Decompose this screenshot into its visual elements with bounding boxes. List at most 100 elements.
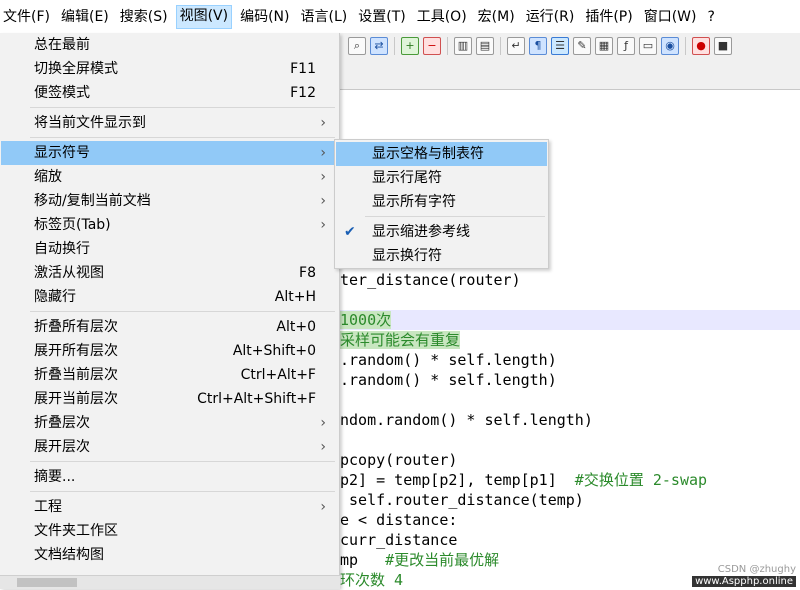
site-watermark: www.Aspphp.online bbox=[692, 576, 796, 587]
menu-help[interactable]: ? bbox=[705, 6, 718, 28]
menu-file[interactable]: 文件(F) bbox=[0, 6, 53, 28]
code-text: mp bbox=[340, 551, 359, 569]
menu-item-summary[interactable]: 摘要... bbox=[1, 465, 338, 489]
view-menu-dropdown: 总在最前 切换全屏模式 F11 便签模式 F12 将当前文件显示到 › 显示符号 › 缩… bbox=[0, 33, 340, 588]
comment-line: 环次数 4 bbox=[340, 571, 404, 589]
menu-language[interactable]: 语言(L) bbox=[298, 6, 351, 28]
code-line: p2] = temp[p2], temp[p1] #交换位置 2-swap bbox=[340, 470, 707, 490]
toolbar-separator bbox=[500, 37, 501, 55]
monitor-icon[interactable]: ◉ bbox=[661, 37, 679, 55]
toolbar-separator bbox=[685, 37, 686, 55]
menu-item-word-wrap[interactable]: 自动换行 bbox=[1, 237, 338, 261]
chevron-right-icon: › bbox=[320, 499, 326, 515]
chevron-right-icon: › bbox=[320, 415, 326, 431]
document-map-icon[interactable]: ▦ bbox=[595, 37, 613, 55]
record-macro-icon[interactable]: ● bbox=[692, 37, 710, 55]
menu-window[interactable]: 窗口(W) bbox=[641, 6, 700, 28]
sync-vertical-icon[interactable]: ▥ bbox=[454, 37, 472, 55]
menu-encoding[interactable]: 编码(N) bbox=[237, 6, 292, 28]
menu-plugins[interactable]: 插件(P) bbox=[582, 6, 635, 28]
checkmark-icon: ✔ bbox=[344, 224, 356, 240]
menu-view[interactable]: 视图(V) bbox=[175, 4, 233, 29]
zoom-in-icon[interactable]: + bbox=[401, 37, 419, 55]
code-line: self.router_distance(temp) bbox=[340, 491, 584, 509]
comment-line: 采样可能会有重复 bbox=[340, 330, 461, 350]
current-line-highlight bbox=[340, 310, 800, 330]
scrollbar-thumb[interactable] bbox=[17, 578, 77, 587]
code-line: curr_distance bbox=[340, 531, 458, 549]
menu-item-fullscreen[interactable]: 切换全屏模式 F11 bbox=[1, 57, 338, 81]
replace-icon[interactable]: ⇄ bbox=[370, 37, 388, 55]
menu-item-fold-current[interactable]: 折叠当前层次 Ctrl+Alt+F bbox=[1, 363, 338, 387]
comment-text: #交换位置 2-swap bbox=[556, 471, 708, 489]
code-line: .random() * self.length) bbox=[340, 351, 557, 369]
horizontal-scrollbar[interactable] bbox=[0, 575, 340, 589]
menu-item-unfold-level[interactable]: 展开层次 › bbox=[1, 435, 338, 459]
submenu-item-show-all-chars[interactable]: 显示所有字符 bbox=[336, 190, 547, 214]
menu-item-document-map[interactable]: 文档结构图 bbox=[1, 543, 338, 567]
menu-run[interactable]: 运行(R) bbox=[523, 6, 578, 28]
tab-strip bbox=[340, 59, 800, 90]
chevron-right-icon: › bbox=[320, 439, 326, 455]
submenu-item-show-eol[interactable]: 显示行尾符 bbox=[336, 166, 547, 190]
menu-item-fold-all[interactable]: 折叠所有层次 Alt+0 bbox=[1, 315, 338, 339]
code-line: pcopy(router) bbox=[340, 451, 458, 469]
function-list-icon[interactable]: ƒ bbox=[617, 37, 635, 55]
menu-separator bbox=[365, 216, 545, 217]
code-line: ndom.random() * self.length) bbox=[340, 411, 593, 429]
menu-macro[interactable]: 宏(M) bbox=[475, 6, 518, 28]
menu-separator bbox=[30, 107, 335, 108]
menu-item-always-on-top[interactable]: 总在最前 bbox=[1, 33, 338, 57]
chevron-right-icon: › bbox=[320, 193, 326, 209]
indent-guide-icon[interactable]: ☰ bbox=[551, 37, 569, 55]
binoculars-icon[interactable]: ⌕ bbox=[348, 37, 366, 55]
submenu-item-show-wrap-symbol[interactable]: 显示换行符 bbox=[336, 244, 547, 268]
menu-item-move-clone-document[interactable]: 移动/复制当前文档 › bbox=[1, 189, 338, 213]
chevron-right-icon: › bbox=[320, 169, 326, 185]
menu-bar: 文件(F) 编辑(E) 搜索(S) 视图(V) 编码(N) 语言(L) 设置(T… bbox=[0, 0, 800, 34]
menu-search[interactable]: 搜索(S) bbox=[117, 6, 171, 28]
user-language-icon[interactable]: ✎ bbox=[573, 37, 591, 55]
sync-horizontal-icon[interactable]: ▤ bbox=[476, 37, 494, 55]
show-symbol-submenu: 显示空格与制表符 显示行尾符 显示所有字符 ✔ 显示缩进参考线 显示换行符 bbox=[334, 139, 549, 269]
chevron-right-icon: › bbox=[320, 217, 326, 233]
stop-record-icon[interactable]: ■ bbox=[714, 37, 732, 55]
comment-text: 1000次 bbox=[340, 311, 392, 329]
chevron-right-icon: › bbox=[320, 115, 326, 131]
menu-item-folder-as-workspace[interactable]: 文件夹工作区 bbox=[1, 519, 338, 543]
menu-tools[interactable]: 工具(O) bbox=[414, 6, 470, 28]
comment-text: #更改当前最优解 bbox=[358, 551, 500, 569]
menu-item-post-it[interactable]: 便签模式 F12 bbox=[1, 81, 338, 105]
toolbar-separator bbox=[394, 37, 395, 55]
code-line: e < distance: bbox=[340, 511, 458, 529]
menu-separator bbox=[30, 137, 335, 138]
submenu-item-show-indent-guide[interactable]: ✔ 显示缩进参考线 bbox=[336, 220, 547, 244]
chevron-right-icon: › bbox=[320, 145, 326, 161]
menu-item-unfold-current[interactable]: 展开当前层次 Ctrl+Alt+Shift+F bbox=[1, 387, 338, 411]
menu-separator bbox=[30, 461, 335, 462]
folder-workspace-icon[interactable]: ▭ bbox=[639, 37, 657, 55]
toolbar-separator bbox=[447, 37, 448, 55]
menu-edit[interactable]: 编辑(E) bbox=[58, 6, 112, 28]
menu-item-unfold-all[interactable]: 展开所有层次 Alt+Shift+0 bbox=[1, 339, 338, 363]
menu-item-tab[interactable]: 标签页(Tab) › bbox=[1, 213, 338, 237]
menu-item-show-symbol[interactable]: 显示符号 › bbox=[1, 141, 338, 165]
csdn-watermark: CSDN @zhughy bbox=[717, 564, 796, 575]
menu-settings[interactable]: 设置(T) bbox=[355, 6, 408, 28]
word-wrap-icon[interactable]: ↵ bbox=[507, 37, 525, 55]
submenu-item-show-whitespace-tab[interactable]: 显示空格与制表符 bbox=[336, 142, 547, 166]
menu-item-zoom[interactable]: 缩放 › bbox=[1, 165, 338, 189]
pilcrow-icon[interactable]: ¶ bbox=[529, 37, 547, 55]
code-text: p2] = temp[p2], temp[p1] bbox=[340, 471, 557, 489]
zoom-out-icon[interactable]: − bbox=[423, 37, 441, 55]
comment-line: 1000次 bbox=[340, 310, 392, 330]
menu-separator bbox=[30, 311, 335, 312]
menu-item-fold-level[interactable]: 折叠层次 › bbox=[1, 411, 338, 435]
menu-item-hide-lines[interactable]: 隐藏行 Alt+H bbox=[1, 285, 338, 309]
menu-item-view-current-file-in[interactable]: 将当前文件显示到 › bbox=[1, 111, 338, 135]
comment-text: 采样可能会有重复 bbox=[340, 331, 461, 349]
code-line: .random() * self.length) bbox=[340, 371, 557, 389]
menu-item-project[interactable]: 工程 › bbox=[1, 495, 338, 519]
menu-item-focus-other-view[interactable]: 激活从视图 F8 bbox=[1, 261, 338, 285]
code-line: ter_distance(router) bbox=[340, 271, 521, 289]
